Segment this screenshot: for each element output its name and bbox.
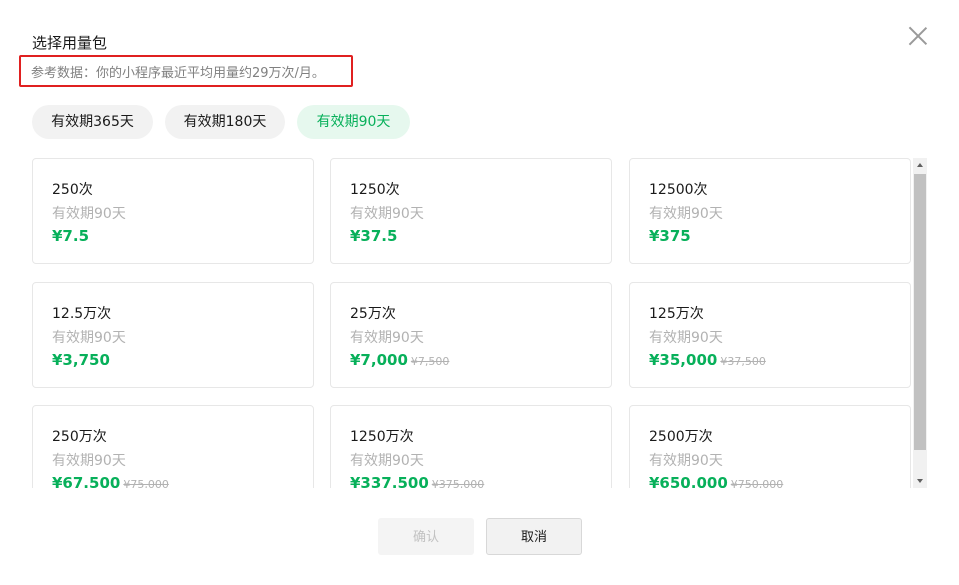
package-price: ¥375 (649, 227, 691, 245)
package-price-row: ¥7.5 (52, 227, 89, 245)
package-count: 25万次 (350, 306, 396, 322)
package-period: 有效期90天 (52, 206, 126, 222)
package-price-row: ¥650.000 ¥750,000 (649, 474, 783, 488)
package-period: 有效期90天 (350, 330, 424, 346)
package-price-row: ¥67.500 ¥75,000 (52, 474, 169, 488)
package-original-price: ¥75,000 (123, 478, 169, 488)
package-card[interactable]: 1250万次 有效期90天 ¥337.500 ¥375,000 (330, 405, 612, 488)
package-price: ¥3,750 (52, 351, 110, 369)
package-price-row: ¥3,750 (52, 351, 110, 369)
package-count: 250次 (52, 182, 93, 198)
package-count: 1250万次 (350, 429, 414, 445)
package-card[interactable]: 250次 有效期90天 ¥7.5 (32, 158, 314, 264)
package-price: ¥67.500 (52, 474, 121, 488)
package-card[interactable]: 25万次 有效期90天 ¥7,000 ¥7,500 (330, 282, 612, 388)
package-card[interactable]: 12.5万次 有效期90天 ¥3,750 (32, 282, 314, 388)
package-original-price: ¥375,000 (431, 478, 485, 488)
package-price-row: ¥7,000 ¥7,500 (350, 351, 449, 369)
package-price: ¥35,000 (649, 351, 718, 369)
package-card[interactable]: 1250次 有效期90天 ¥37.5 (330, 158, 612, 264)
package-card[interactable]: 2500万次 有效期90天 ¥650.000 ¥750,000 (629, 405, 911, 488)
package-price: ¥7.5 (52, 227, 90, 245)
package-price-row: ¥37.5 (350, 227, 397, 245)
package-period: 有效期90天 (52, 330, 126, 346)
package-period: 有效期90天 (350, 206, 424, 222)
package-price: ¥650.000 (649, 474, 728, 488)
scrollbar-thumb[interactable] (914, 174, 926, 450)
package-price-row: ¥35,000 ¥37,500 (649, 351, 766, 369)
arrow-up-icon[interactable] (913, 158, 927, 172)
dialog-title: 选择用量包 (32, 34, 108, 52)
package-original-price: ¥750,000 (730, 478, 784, 488)
usage-hint: 参考数据：你的小程序最近平均用量约29万次/月。 (31, 66, 325, 81)
package-period: 有效期90天 (52, 453, 126, 469)
package-list: 250次 有效期90天 ¥7.5 1250次 有效期90天 ¥37.5 1250… (32, 158, 913, 488)
arrow-down-icon[interactable] (913, 474, 927, 488)
confirm-button[interactable]: 确认 (378, 518, 474, 555)
package-period: 有效期90天 (649, 330, 723, 346)
package-period: 有效期90天 (649, 206, 723, 222)
package-card[interactable]: 125万次 有效期90天 ¥35,000 ¥37,500 (629, 282, 911, 388)
package-card[interactable]: 12500次 有效期90天 ¥375 (629, 158, 911, 264)
package-period: 有效期90天 (350, 453, 424, 469)
cancel-button[interactable]: 取消 (486, 518, 582, 555)
package-price: ¥37.5 (350, 227, 398, 245)
package-count: 12.5万次 (52, 306, 112, 322)
package-original-price: ¥7,500 (410, 355, 450, 368)
tab-365-days[interactable]: 有效期365天 (32, 105, 153, 139)
package-price-row: ¥375 (649, 227, 691, 245)
close-icon[interactable] (906, 24, 930, 48)
package-count: 1250次 (350, 182, 400, 198)
package-price: ¥337.500 (350, 474, 429, 488)
package-original-price: ¥37,500 (720, 355, 766, 368)
vertical-scrollbar[interactable] (913, 158, 927, 488)
package-count: 12500次 (649, 182, 708, 198)
package-price: ¥7,000 (350, 351, 408, 369)
package-period: 有效期90天 (649, 453, 723, 469)
package-count: 2500万次 (649, 429, 713, 445)
package-price-row: ¥337.500 ¥375,000 (350, 474, 484, 488)
tab-180-days[interactable]: 有效期180天 (165, 105, 285, 139)
package-count: 250万次 (52, 429, 107, 445)
package-card[interactable]: 250万次 有效期90天 ¥67.500 ¥75,000 (32, 405, 314, 488)
package-count: 125万次 (649, 306, 704, 322)
tab-90-days[interactable]: 有效期90天 (297, 105, 410, 139)
